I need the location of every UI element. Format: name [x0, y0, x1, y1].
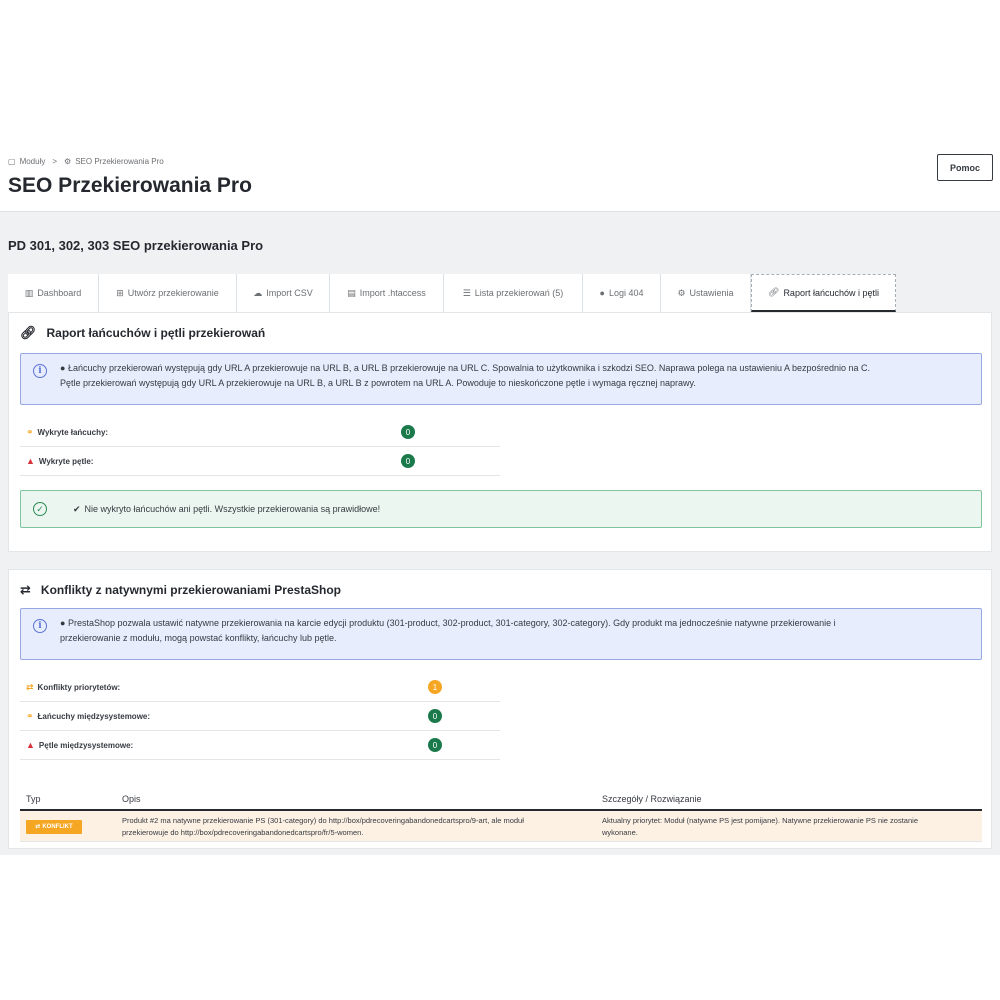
details-line: wykonane. [602, 828, 638, 837]
count-badge: 0 [428, 709, 442, 723]
info-icon: i [33, 619, 47, 633]
count-badge: 0 [428, 738, 442, 752]
info-circle-icon: ● [599, 288, 605, 298]
stat-loops: ▲ Wykryte pętle: 0 [20, 447, 500, 476]
info-alert: i ● Łańcuchy przekierowań występują gdy … [20, 353, 982, 405]
page-header: ▢ Moduły > ⚙ SEO Przekierowania Pro SEO … [0, 150, 1000, 212]
check-icon: ✔ [73, 503, 81, 514]
tab-label: Logi 404 [608, 288, 644, 298]
breadcrumb: ▢ Moduły > ⚙ SEO Przekierowania Pro [8, 157, 164, 166]
tab-label: Raport łańcuchów i pętli [783, 287, 879, 298]
breadcrumb-modules-link[interactable]: Moduły [20, 157, 46, 166]
breadcrumb-current: SEO Przekierowania Pro [75, 157, 164, 166]
stat-priority-conflicts: ⇄ Konflikty priorytetów: 1 [20, 673, 500, 702]
col-details: Szczegóły / Rozwiązanie [602, 794, 702, 804]
tab-redirect-list[interactable]: ☰ Lista przekierowań (5) [444, 274, 583, 312]
gear-icon: ⚙ [64, 157, 72, 166]
check-circle-icon: ✓ [33, 502, 47, 516]
stat-label: Konflikty priorytetów: [37, 682, 121, 692]
plus-square-icon: ⊞ [116, 287, 124, 298]
gears-icon: ⚙ [677, 287, 686, 298]
panel-title: Raport łańcuchów i pętli przekierowań [46, 326, 266, 340]
tab-settings[interactable]: ⚙ Ustawienia [661, 274, 751, 312]
info-text-line: PrestaShop pozwala ustawić natywne przek… [67, 618, 836, 628]
page-title: SEO Przekierowania Pro [8, 174, 252, 197]
table-header: Typ Opis Szczegóły / Rozwiązanie [20, 786, 982, 811]
link-icon: ⚭ [26, 710, 34, 721]
panel-title: Konflikty z natywnymi przekierowaniami P… [40, 583, 341, 597]
tab-create-redirect[interactable]: ⊞ Utwórz przekierowanie [99, 274, 237, 312]
info-text-line: Pętle przekierowań występują gdy URL A p… [60, 378, 696, 388]
count-badge: 0 [401, 425, 415, 439]
link-icon: 🔗︎ [20, 325, 37, 340]
stat-chains: ⚭ Wykryte łańcuchy: 0 [20, 418, 500, 447]
tab-label: Ustawienia [689, 288, 734, 298]
details-line: Aktualny priorytet: Moduł (natywne PS je… [602, 816, 918, 825]
conflicts-table: Typ Opis Szczegóły / Rozwiązanie ⇄ KONFL… [20, 786, 982, 842]
link-icon: ⚭ [26, 426, 34, 437]
tab-dashboard[interactable]: ▥ Dashboard [8, 274, 99, 312]
list-icon: ☰ [462, 287, 471, 298]
tab-label: Import .htaccess [359, 288, 426, 298]
success-alert: ✓ ✔ Nie wykryto łańcuchów ani pętli. Wsz… [20, 490, 982, 528]
conflict-badge-label: KONFLIKT [42, 824, 73, 830]
module-title: PD 301, 302, 303 SEO przekierowania Pro [8, 238, 264, 253]
stat-label: Łańcuchy międzysystemowe: [37, 711, 151, 721]
col-description: Opis [122, 794, 141, 804]
info-bullet-icon: ● [60, 618, 68, 628]
info-text-line: Łańcuchy przekierowań występują gdy URL … [67, 363, 871, 373]
table-row: ⇄ KONFLIKT Produkt #2 ma natywne przekie… [20, 811, 982, 842]
description-line: przekierowuje do http://box/pdrecovering… [122, 828, 364, 837]
exchange-icon: ⇄ [35, 824, 41, 830]
chain-report-panel: 🔗︎ Raport łańcuchów i pętli przekierowań… [8, 312, 992, 552]
tab-logs-404[interactable]: ● Logi 404 [583, 274, 661, 312]
tab-import-csv[interactable]: ☁ Import CSV [237, 274, 330, 312]
tab-label: Lista przekierowań (5) [474, 288, 564, 298]
stat-label: Pętle międzysystemowe: [38, 740, 134, 750]
count-badge: 0 [401, 454, 415, 468]
panel-heading: ⇄ Konflikty z natywnymi przekierowaniami… [20, 582, 341, 598]
info-icon: i [33, 364, 47, 378]
tab-bar: ▥ Dashboard ⊞ Utwórz przekierowanie ☁ Im… [8, 274, 992, 312]
stat-cross-loops: ▲ Pętle międzysystemowe: 0 [20, 731, 500, 760]
info-text-line: przekierowanie z modułu, mogą powstać ko… [60, 633, 337, 643]
description-line: Produkt #2 ma natywne przekierowanie PS … [122, 816, 524, 825]
help-button[interactable]: Pomoc [937, 154, 993, 181]
stat-label: Wykryte łańcuchy: [37, 427, 109, 437]
col-type: Typ [26, 794, 41, 804]
exchange-icon: ⇄ [26, 681, 34, 692]
info-bullet-icon: ● [60, 363, 68, 373]
breadcrumb-separator: > [52, 157, 58, 166]
warning-icon: ▲ [26, 740, 35, 750]
stat-cross-chains: ⚭ Łańcuchy międzysystemowe: 0 [20, 702, 500, 731]
content-area: PD 301, 302, 303 SEO przekierowania Pro … [0, 212, 1000, 855]
stat-label: Wykryte pętle: [38, 456, 94, 466]
panel-heading: 🔗︎ Raport łańcuchów i pętli przekierowań [20, 325, 265, 341]
tab-label: Utwórz przekierowanie [127, 288, 219, 298]
folder-icon: ▢ [8, 157, 16, 166]
row-details: Aktualny priorytet: Moduł (natywne PS je… [602, 815, 977, 839]
link-icon: 🔗︎ [768, 287, 780, 297]
warning-icon: ▲ [26, 456, 35, 466]
row-description: Produkt #2 ma natywne przekierowanie PS … [122, 815, 592, 839]
conflict-badge: ⇄ KONFLIKT [26, 820, 82, 834]
tab-chain-report[interactable]: 🔗︎ Raport łańcuchów i pętli [751, 274, 896, 312]
cloud-upload-icon: ☁ [253, 287, 263, 298]
tab-label: Dashboard [37, 288, 82, 298]
tab-label: Import CSV [266, 288, 313, 298]
success-text: Nie wykryto łańcuchów ani pętli. Wszystk… [84, 504, 381, 514]
count-badge: 1 [428, 680, 442, 694]
conflicts-panel: ⇄ Konflikty z natywnymi przekierowaniami… [8, 569, 992, 849]
info-alert: i ● PrestaShop pozwala ustawić natywne p… [20, 608, 982, 660]
exchange-icon: ⇄ [20, 582, 31, 597]
bar-chart-icon: ▥ [24, 287, 34, 298]
file-icon: ▤ [347, 287, 356, 298]
tab-import-htaccess[interactable]: ▤ Import .htaccess [330, 274, 444, 312]
